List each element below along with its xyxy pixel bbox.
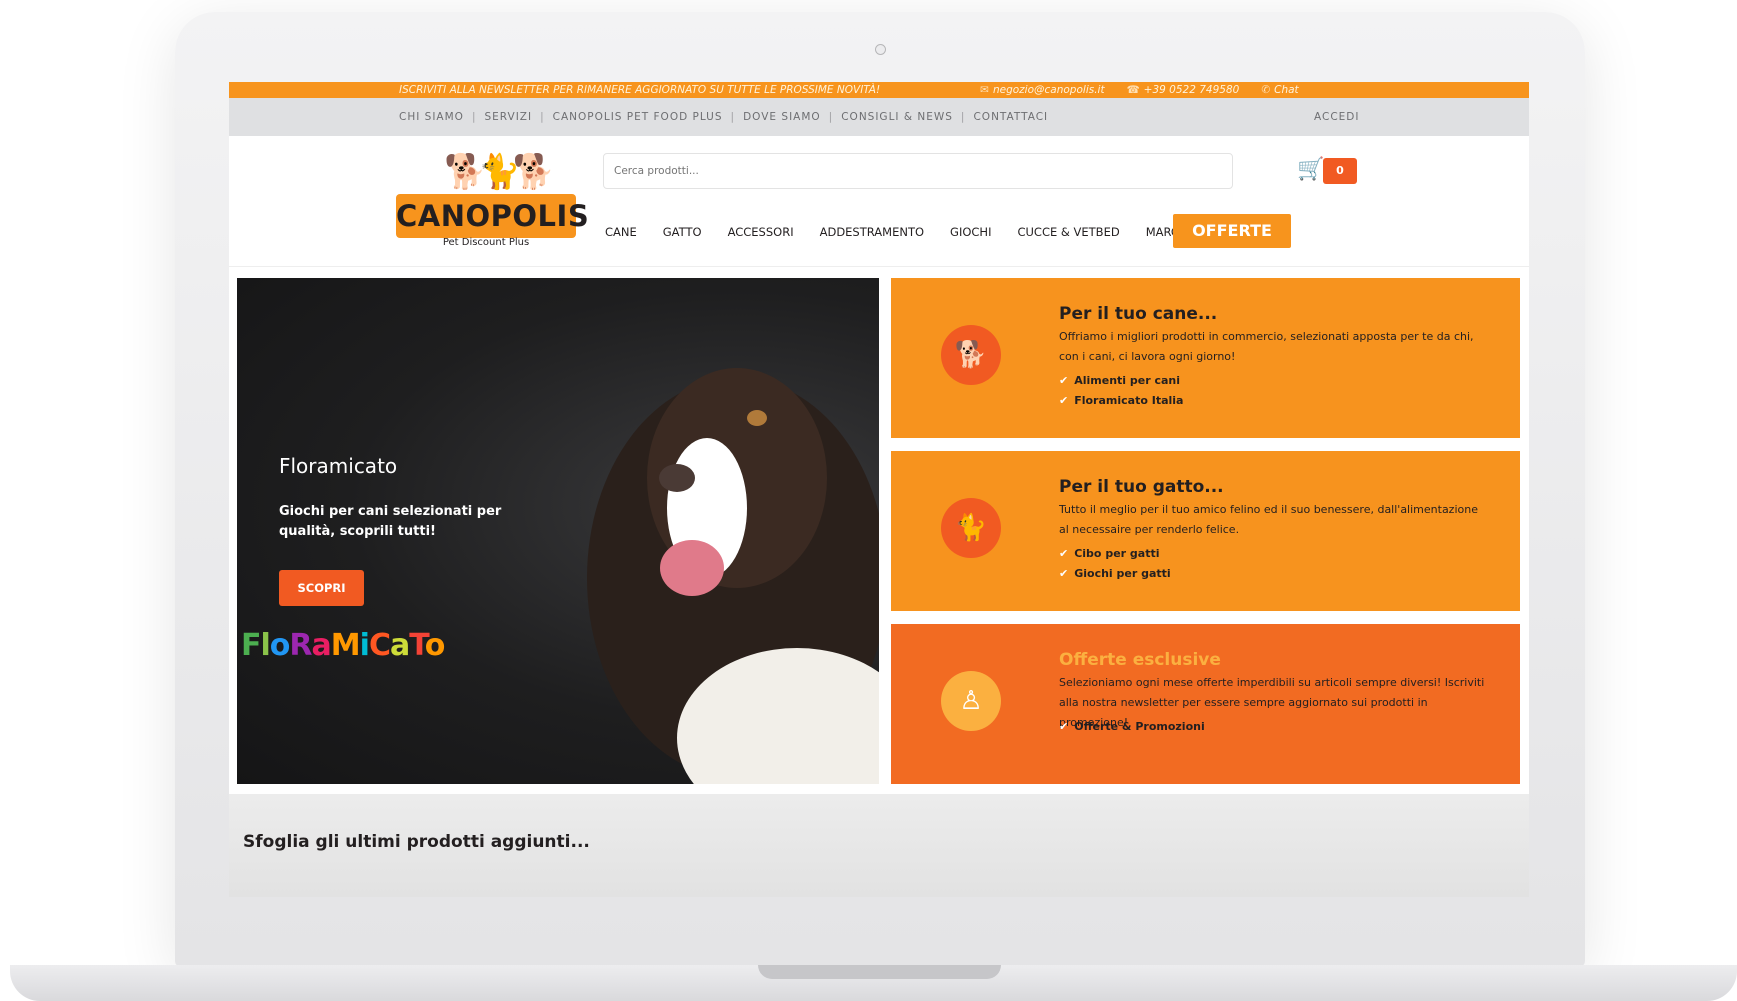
newsletter-bar: ISCRIVITI ALLA NEWSLETTER PER RIMANERE A…	[229, 82, 1529, 98]
list-item[interactable]: ✔ Alimenti per cani	[1059, 371, 1183, 391]
email-link[interactable]: ✉ negozio@canopolis.it	[980, 84, 1104, 96]
list-item-label: Offerte & Promozioni	[1074, 720, 1205, 733]
logo-pets-icon: 🐕🐈🐕	[444, 152, 555, 192]
laptop-notch	[758, 965, 1001, 979]
logo-tagline: Pet Discount Plus	[442, 237, 530, 248]
list-item-label: Alimenti per cani	[1074, 374, 1181, 387]
topnav-item-servizi[interactable]: SERVIZI	[484, 111, 532, 123]
category-cucce-vetbed[interactable]: CUCCE & VETBED	[1017, 216, 1119, 248]
logo-name: CANOPOLIS	[396, 194, 589, 238]
chat-text: Chat	[1274, 84, 1299, 96]
cart-count-badge[interactable]: 0	[1323, 158, 1357, 184]
login-link[interactable]: ACCEDI	[1314, 111, 1359, 123]
list-item-label: Floramicato Italia	[1074, 394, 1184, 407]
card-description: Tutto il meglio per il tuo amico felino …	[1059, 503, 1478, 536]
dog-icon: 🐕	[941, 325, 1001, 385]
card-title: Per il tuo gatto...	[1059, 477, 1224, 497]
chat-icon: ✆	[1261, 84, 1271, 96]
phone-icon: ☎	[1126, 84, 1140, 96]
topnav-item-pet-food-plus[interactable]: CANOPOLIS PET FOOD PLUS	[553, 111, 723, 123]
topnav-item-dove-siamo[interactable]: DOVE SIAMO	[743, 111, 821, 123]
floramicato-logo: FloRaMiCaTo	[241, 628, 445, 663]
list-item-label: Giochi per gatti	[1074, 567, 1171, 580]
hero-banner: Floramicato Giochi per cani selezionati …	[237, 278, 879, 784]
scopri-button[interactable]: SCOPRI	[279, 570, 364, 606]
check-icon: ✔	[1059, 374, 1069, 387]
card-title: Per il tuo cane...	[1059, 304, 1218, 324]
topnav-item-contattaci[interactable]: CONTATTACI	[973, 111, 1048, 123]
card-description: Offriamo i migliori prodotti in commerci…	[1059, 330, 1474, 363]
category-accessori[interactable]: ACCESSORI	[728, 216, 794, 248]
hero-text: Giochi per cani selezionati per qualità,…	[279, 504, 502, 539]
separator: |	[540, 111, 545, 123]
card-list: ✔ Offerte & Promozioni	[1059, 717, 1205, 737]
latest-products-title: Sfoglia gli ultimi prodotti aggiunti...	[243, 832, 590, 852]
cat-icon: 🐈	[941, 498, 1001, 558]
check-icon: ✔	[1059, 720, 1069, 733]
top-navigation: CHI SIAMO | SERVIZI | CANOPOLIS PET FOOD P…	[229, 98, 1529, 136]
topnav-item-chi-siamo[interactable]: CHI SIAMO	[399, 111, 464, 123]
separator: |	[730, 111, 736, 123]
site-header: 🐕🐈🐕 CANOPOLIS Pet Discount Plus 🛒 0 CANE…	[229, 136, 1529, 267]
category-giochi[interactable]: GIOCHI	[950, 216, 991, 248]
separator: |	[828, 111, 834, 123]
list-item[interactable]: ✔ Floramicato Italia	[1059, 391, 1183, 411]
check-icon: ✔	[1059, 567, 1069, 580]
cart-icon[interactable]: 🛒	[1297, 156, 1324, 184]
card-dog[interactable]: 🐕 Per il tuo cane... Offriamo i migliori…	[891, 278, 1520, 438]
email-text: negozio@canopolis.it	[992, 84, 1105, 96]
list-item[interactable]: ✔ Offerte & Promozioni	[1059, 717, 1205, 737]
mail-icon: ✉	[980, 84, 989, 96]
chat-link[interactable]: ✆ Chat	[1261, 84, 1298, 96]
card-list: ✔ Cibo per gatti ✔ Giochi per gatti	[1059, 544, 1171, 584]
category-cane[interactable]: CANE	[605, 216, 637, 248]
check-icon: ✔	[1059, 547, 1069, 560]
browser-screen: ISCRIVITI ALLA NEWSLETTER PER RIMANERE A…	[229, 82, 1529, 897]
list-item[interactable]: ✔ Cibo per gatti	[1059, 544, 1171, 564]
list-item-label: Cibo per gatti	[1074, 547, 1160, 560]
separator: |	[960, 111, 966, 123]
offers-button[interactable]: OFFERTE	[1173, 214, 1291, 248]
phone-text: +39 0522 749580	[1143, 84, 1240, 96]
category-addestramento[interactable]: ADDESTRAMENTO	[820, 216, 924, 248]
person-icon: ♙	[941, 671, 1001, 731]
newsletter-link[interactable]: ISCRIVITI ALLA NEWSLETTER PER RIMANERE A…	[399, 84, 880, 96]
latest-products-section: Sfoglia gli ultimi prodotti aggiunti...	[229, 794, 1529, 897]
category-navigation: CANE GATTO ACCESSORI ADDESTRAMENTO GIOCH…	[605, 216, 1217, 248]
card-title: Offerte esclusive	[1059, 650, 1221, 670]
separator: |	[471, 111, 477, 123]
phone-link[interactable]: ☎ +39 0522 749580	[1127, 84, 1240, 96]
card-offers[interactable]: ♙ Offerte esclusive Selezioniamo ogni me…	[891, 624, 1520, 784]
camera-icon	[875, 44, 886, 55]
list-item[interactable]: ✔ Giochi per gatti	[1059, 564, 1171, 584]
topnav-item-consigli-news[interactable]: CONSIGLI & NEWS	[841, 111, 953, 123]
hero-title: Floramicato	[279, 454, 398, 478]
check-icon: ✔	[1059, 394, 1069, 407]
card-cat[interactable]: 🐈 Per il tuo gatto... Tutto il meglio pe…	[891, 451, 1520, 611]
search-input[interactable]	[603, 153, 1233, 189]
category-gatto[interactable]: GATTO	[663, 216, 702, 248]
contact-info: ✉ negozio@canopolis.it ☎ +39 0522 749580 ✆…	[980, 84, 1299, 96]
card-list: ✔ Alimenti per cani ✔ Floramicato Italia	[1059, 371, 1183, 411]
site-logo[interactable]: 🐕🐈🐕 CANOPOLIS Pet Discount Plus	[396, 150, 589, 250]
